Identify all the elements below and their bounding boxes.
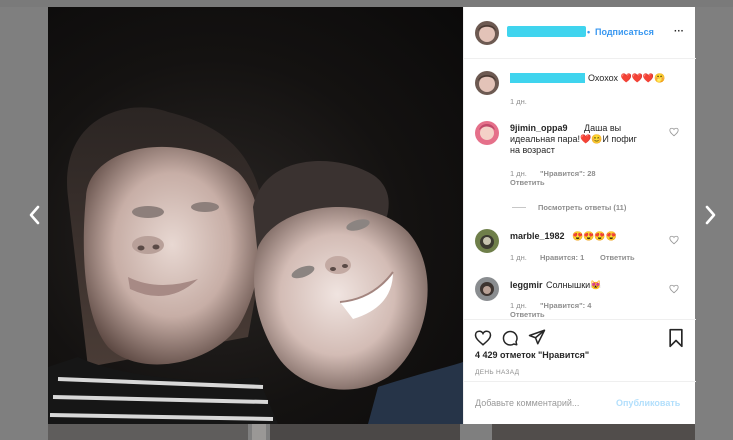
follow-button[interactable]: Подписаться (595, 27, 654, 38)
page-backdrop (0, 0, 733, 7)
comment-time: 1 дн. (510, 169, 527, 178)
comment-like-icon[interactable] (669, 284, 679, 294)
reply-button[interactable]: Ответить (510, 310, 545, 319)
avatar-image (475, 229, 499, 253)
bookmark-icon[interactable] (667, 328, 685, 348)
post-sidebar: • Подписаться ··· Охохох ❤️❤️❤️🤭 1 дн. 9… (463, 7, 696, 424)
follow-dot: • (587, 27, 591, 37)
chevron-left-icon (29, 205, 40, 225)
avatar-image (475, 21, 499, 45)
previous-post-button[interactable] (27, 203, 43, 227)
avatar-image (475, 71, 499, 95)
comment-time: 1 дн. (510, 301, 527, 310)
caption-text: Охохох ❤️❤️❤️🤭 (588, 73, 666, 83)
comment-time: 1 дн. (510, 253, 527, 262)
comment-like-icon[interactable] (669, 235, 679, 245)
commenter-avatar[interactable] (475, 229, 499, 253)
comment-icon[interactable] (501, 329, 519, 347)
comment-username[interactable]: 9jimin_oppa9 (510, 123, 568, 134)
comment-username[interactable]: marble_1982 (510, 231, 565, 242)
replies-divider (512, 207, 526, 208)
comment-text: Даша вы (584, 123, 622, 133)
next-post-button[interactable] (702, 203, 718, 227)
grid-thumbnail (492, 424, 695, 440)
comment-composer: Добавьте комментарий... Опубликовать (464, 381, 696, 424)
redacted-caption-username (510, 73, 585, 83)
comment-text: идеальная пара!❤️😊И пофиг (510, 134, 637, 144)
comments-list[interactable]: Охохох ❤️❤️❤️🤭 1 дн. 9jimin_oppa9 Даша в… (464, 59, 696, 319)
comment-likes[interactable]: "Нравится": 4 (540, 301, 591, 310)
heart-icon[interactable] (474, 329, 492, 347)
avatar-image (475, 121, 499, 145)
comment-like-icon[interactable] (669, 127, 679, 137)
reply-button[interactable]: Ответить (510, 178, 545, 187)
comment-input[interactable]: Добавьте комментарий... (475, 398, 579, 409)
chevron-right-icon (705, 205, 716, 225)
comment-text: Солнышки😻 (546, 280, 602, 290)
redacted-username (507, 26, 586, 37)
comment-text: на возраст (510, 145, 555, 155)
grid-thumbnail (48, 424, 248, 440)
comment-likes[interactable]: Нравится: 1 (540, 253, 584, 262)
comment-username[interactable]: leggmir (510, 280, 543, 291)
share-icon[interactable] (528, 328, 546, 346)
publish-button[interactable]: Опубликовать (616, 398, 680, 409)
post-actions: 4 429 отметок "Нравится" ДЕНЬ НАЗАД (464, 319, 696, 381)
more-options-button[interactable]: ··· (674, 26, 684, 37)
post-date: ДЕНЬ НАЗАД (475, 369, 520, 376)
commenter-avatar[interactable] (475, 277, 499, 301)
post-header: • Подписаться ··· (464, 7, 696, 59)
avatar-image (475, 277, 499, 301)
comment-likes[interactable]: "Нравится": 28 (540, 169, 596, 178)
more-icon: ··· (674, 26, 684, 37)
commenter-avatar[interactable] (475, 121, 499, 145)
comment-text: 😍😍😍😍 (572, 231, 617, 241)
view-replies-button[interactable]: Посмотреть ответы (11) (538, 203, 626, 212)
grid-thumbnail (252, 424, 266, 440)
grid-thumbnail (270, 424, 460, 440)
post-photo[interactable] (48, 7, 463, 424)
selfie-image (48, 107, 463, 424)
likes-count[interactable]: 4 429 отметок "Нравится" (475, 350, 589, 361)
reply-button[interactable]: Ответить (600, 253, 635, 262)
author-avatar[interactable] (475, 21, 499, 45)
caption-time: 1 дн. (510, 97, 527, 106)
caption-author-avatar[interactable] (475, 71, 499, 95)
